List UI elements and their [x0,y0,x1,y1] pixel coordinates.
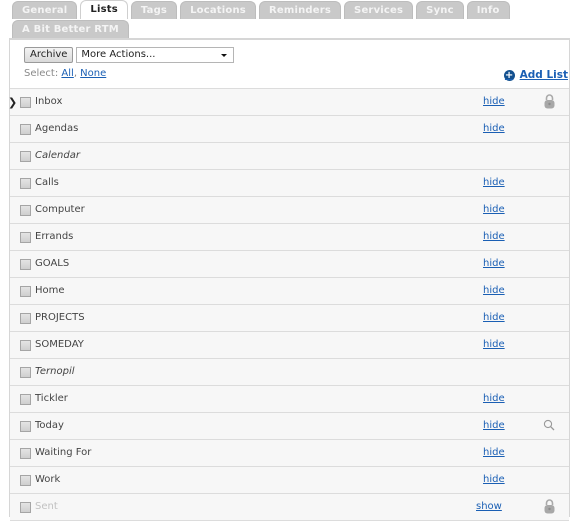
more-actions-label: More Actions... [81,49,156,60]
list-name: Waiting For [35,447,92,458]
add-list-button[interactable]: + Add List [503,69,568,81]
dropdown-caret-icon [221,54,228,57]
tab-a-bit-better-rtm[interactable]: A Bit Better RTM [12,20,129,38]
tab-sync[interactable]: Sync [416,1,464,19]
lock-icon [544,94,555,112]
list-checkbox[interactable] [20,205,31,216]
list-row[interactable]: Sent show [10,493,569,521]
list-name: Home [35,285,65,296]
tab-services[interactable]: Services [344,1,414,19]
list-name: Ternopil [35,366,75,377]
list-name: GOALS [35,258,70,269]
list-checkbox[interactable] [20,475,31,486]
list-row[interactable]: ❯ Inbox hide [8,88,569,115]
list-name: Calendar [35,150,80,161]
list-name: PROJECTS [35,312,85,323]
add-list-label: Add List [519,69,568,81]
select-label: Select: [24,68,59,79]
hide-list-link[interactable]: hide [483,420,505,431]
hide-list-link[interactable]: hide [483,204,505,215]
list-row[interactable]: Ternopil [10,358,569,385]
list-checkbox[interactable] [20,421,31,432]
list-checkbox[interactable] [20,97,31,108]
lists-toolbar: Archive More Actions... [24,47,235,63]
list-row[interactable]: Calls hide [10,169,569,196]
tab-general[interactable]: General [12,1,78,19]
tab-reminders[interactable]: Reminders [258,1,342,19]
current-list-arrow-icon: ❯ [8,96,18,109]
list-row[interactable]: Tickler hide [10,385,569,412]
list-name: Work [35,474,61,485]
select-all-link[interactable]: All [61,68,73,79]
tab-tags[interactable]: Tags [130,1,178,19]
list-row[interactable]: Today hide [10,412,569,439]
tab-lists[interactable]: Lists [80,0,128,19]
hide-list-link[interactable]: hide [483,447,505,458]
tab-row-primary: General Lists Tags Locations Reminders Servic… [12,0,510,19]
list-checkbox[interactable] [20,367,31,378]
tab-row-secondary: A Bit Better RTM [12,19,482,38]
list-checkbox[interactable] [20,394,31,405]
select-none-link[interactable]: None [80,68,106,79]
list-row[interactable]: Computer hide [10,196,569,223]
settings-tabs: General Lists Tags Locations Reminders Servic… [12,0,510,38]
list-name: Tickler [35,393,68,404]
list-name: Calls [35,177,59,188]
list-checkbox[interactable] [20,178,31,189]
hide-list-link[interactable]: hide [483,312,505,323]
list-row[interactable]: Home hide [10,277,569,304]
archive-button[interactable]: Archive [24,47,74,63]
list-name: Computer [35,204,85,215]
list-name: Inbox [35,96,63,107]
list-row[interactable]: Waiting For hide [10,439,569,466]
hide-list-link[interactable]: hide [483,474,505,485]
lists-panel: Archive More Actions... Select: All, Non… [8,38,570,521]
list-row[interactable]: PROJECTS hide [10,304,569,331]
list-name: Errands [35,231,74,242]
list-checkbox[interactable] [20,151,31,162]
list-checkbox[interactable] [20,502,31,513]
list-row[interactable]: SOMEDAY hide [10,331,569,358]
lock-icon [544,499,555,517]
list-checkbox[interactable] [20,259,31,270]
hide-list-link[interactable]: hide [483,177,505,188]
list-name: Sent [35,501,58,512]
tab-locations[interactable]: Locations [180,1,256,19]
lists-table: ❯ Inbox hide Agendas hide Calendar Calls hide Co… [8,88,569,521]
hide-list-link[interactable]: hide [483,285,505,296]
list-row[interactable]: Agendas hide [10,115,569,142]
tab-info[interactable]: Info [466,1,510,19]
show-list-link[interactable]: show [476,501,502,512]
hide-list-link[interactable]: hide [483,123,505,134]
list-checkbox[interactable] [20,124,31,135]
hide-list-link[interactable]: hide [483,231,505,242]
hide-list-link[interactable]: hide [483,393,505,404]
list-row[interactable]: Errands hide [10,223,569,250]
select-controls: Select: All, None [24,68,107,79]
plus-circle-icon: + [503,69,515,81]
hide-list-link[interactable]: hide [483,339,505,350]
hide-list-link[interactable]: hide [483,96,505,107]
list-checkbox[interactable] [20,286,31,297]
search-icon [543,419,555,434]
list-row[interactable]: GOALS hide [10,250,569,277]
list-checkbox[interactable] [20,313,31,324]
more-actions-select[interactable]: More Actions... [76,47,235,63]
list-name: Agendas [35,123,79,134]
list-checkbox[interactable] [20,448,31,459]
hide-list-link[interactable]: hide [483,258,505,269]
list-row[interactable]: Calendar [10,142,569,169]
list-name: Today [35,420,64,431]
list-name: SOMEDAY [35,339,84,350]
list-checkbox[interactable] [20,340,31,351]
list-row[interactable]: Work hide [10,466,569,493]
list-checkbox[interactable] [20,232,31,243]
